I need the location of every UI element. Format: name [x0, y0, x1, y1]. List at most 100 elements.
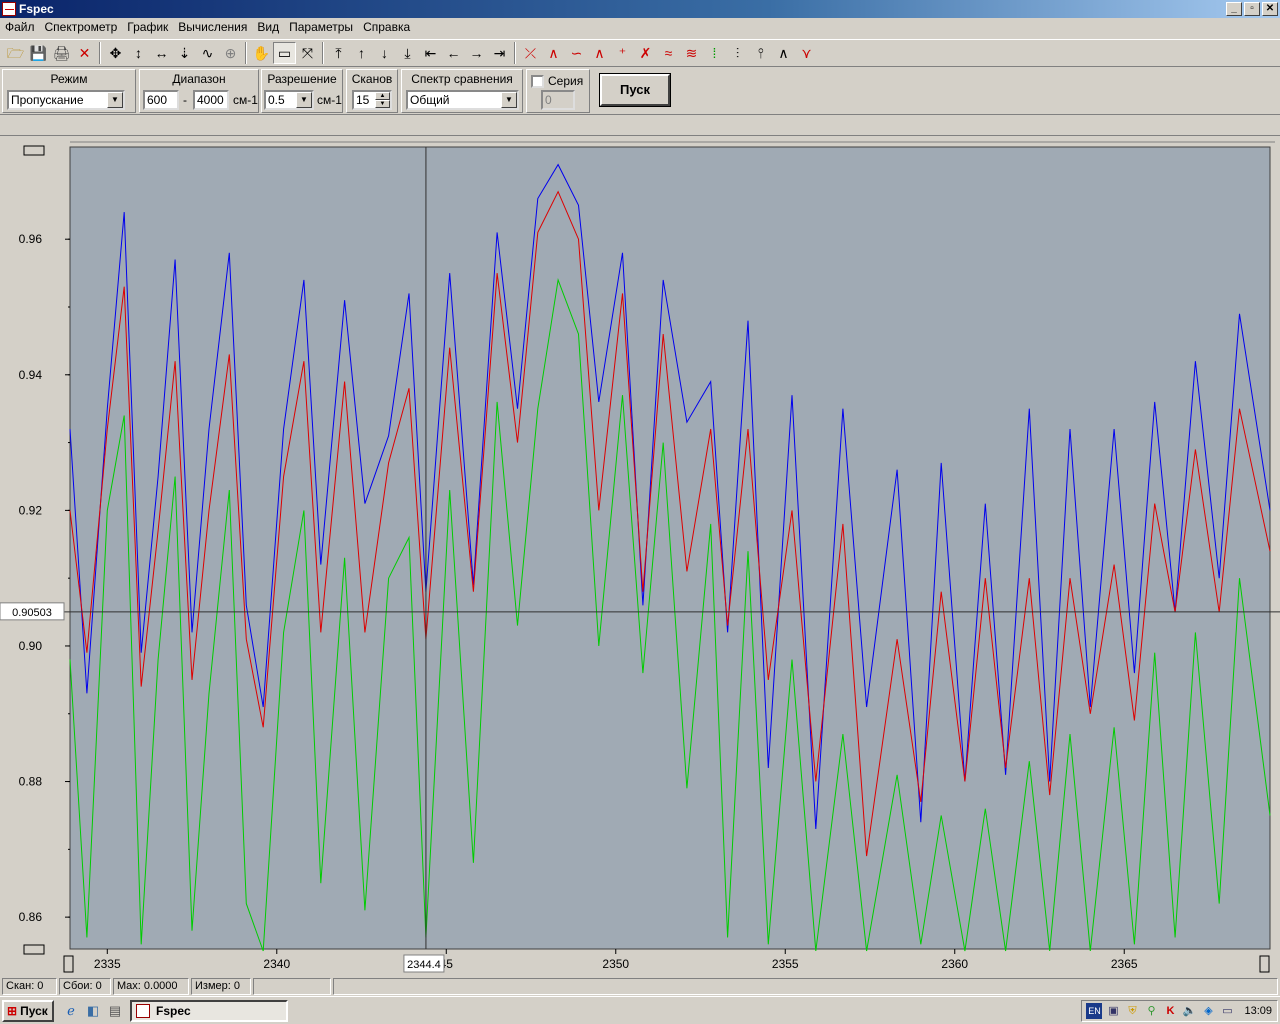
range-from-input[interactable]: 600 — [143, 90, 179, 110]
spectrum-tool-10-icon[interactable]: ⫯ — [749, 42, 772, 64]
y-tick-label: 0.96 — [19, 232, 43, 246]
scroll-top-icon[interactable]: ⤒ — [327, 42, 350, 64]
x-tick-label: 2350 — [602, 957, 629, 971]
network-connection-icon[interactable]: ⚲ — [1143, 1003, 1159, 1019]
save-icon[interactable]: 💾 — [27, 42, 50, 64]
zoom-icon[interactable]: ⊕ — [219, 42, 242, 64]
spectrum-tool-6-icon[interactable]: ≈ — [657, 42, 680, 64]
chevron-down-icon[interactable]: ▼ — [107, 92, 123, 108]
y-scroll-bottom-handle — [23, 944, 45, 955]
series-label: Серия — [548, 74, 584, 88]
chevron-down-icon[interactable]: ▼ — [296, 92, 312, 108]
toolbar: 🗁 💾 🖨 ✕ ✥ ↕ ↔ ⇣ ∿ ⊕ ✋ ▭ ⤧ ⤒ ↑ ↓ ⤓ ⇤ ← → ⇥ ⤫ ∧ ∽ ∧ ⁺ ✗ ≈ ≋ ⁞ ⫶ ⫯ ∧ ⋎ — [0, 39, 1280, 67]
y-tick-label: 0.92 — [19, 503, 43, 517]
antivirus-icon[interactable]: K — [1162, 1003, 1178, 1019]
move-icon[interactable]: ✥ — [104, 42, 127, 64]
spectrum-tool-13-icon[interactable] — [818, 42, 841, 64]
scans-stepper[interactable]: 15 ▲ ▼ — [352, 90, 392, 110]
menu-view[interactable]: Вид — [252, 18, 284, 37]
stretch-vertical-icon[interactable]: ↕ — [127, 42, 150, 64]
scroll-left-icon[interactable]: ← — [442, 42, 465, 64]
spectrum-tool-1-icon[interactable]: ∧ — [542, 42, 565, 64]
minimize-button[interactable]: _ — [1226, 2, 1242, 16]
spectrum-tool-7-icon[interactable]: ≋ — [680, 42, 703, 64]
menu-calculations[interactable]: Вычисления — [173, 18, 252, 37]
y-tick-label: 0.86 — [19, 910, 43, 924]
spectrum-chart[interactable]: 0.860.880.900.920.940.962335 2340 45 2350 23… — [0, 137, 1280, 975]
print-icon[interactable]: 🖨 — [50, 42, 73, 64]
toolbar-separator — [514, 42, 516, 64]
range-to-input[interactable]: 4000 — [193, 90, 229, 110]
maximize-button[interactable]: ▫ — [1244, 2, 1260, 16]
mode-group: Режим Пропускание ▼ — [2, 69, 136, 113]
internet-explorer-icon[interactable]: ℯ — [62, 1002, 80, 1020]
series-input[interactable]: 0 — [541, 90, 575, 110]
scroll-rightmost-icon[interactable]: ⇥ — [488, 42, 511, 64]
scroll-bottom-icon[interactable]: ⤓ — [396, 42, 419, 64]
status-filler — [333, 977, 1278, 995]
volume-icon[interactable]: 🔈 — [1181, 1003, 1197, 1019]
menu-spectrometer[interactable]: Спектрометр — [40, 18, 123, 37]
spectrum-tool-3-icon[interactable]: ∧ — [588, 42, 611, 64]
security-shield-icon[interactable]: ⛨ — [1124, 1003, 1140, 1019]
stretch-horizontal-icon[interactable]: ↔ — [150, 42, 173, 64]
menu-file[interactable]: Файл — [0, 18, 40, 37]
series-checkbox[interactable] — [531, 75, 544, 88]
status-scan: Скан: 0 — [2, 977, 57, 995]
cursor-y-label: 0.90503 — [12, 607, 52, 619]
spectrum-tool-9-icon[interactable]: ⫶ — [726, 42, 749, 64]
resolution-value: 0.5 — [268, 93, 285, 107]
start-menu-button[interactable]: ⊞ Пуск — [2, 999, 54, 1022]
display-icon[interactable]: ▭ — [1219, 1003, 1235, 1019]
task-button-fspec[interactable]: Fspec — [130, 999, 288, 1022]
spin-down-icon[interactable]: ▼ — [375, 100, 390, 108]
spin-up-icon[interactable]: ▲ — [375, 92, 390, 100]
taskbar: ⊞ Пуск ℯ ◧ ▤ Fspec EN ▣ ⛨ ⚲ K 🔈 ◈ ▭ 13:0… — [0, 996, 1280, 1024]
status-empty — [253, 977, 331, 995]
app-icon — [136, 1003, 150, 1018]
compare-group: Спектр сравнения Общий ▼ — [401, 69, 523, 113]
range-unit: см-1 — [233, 93, 258, 107]
spectrum-tool-12-icon[interactable]: ⋎ — [795, 42, 818, 64]
close-button[interactable]: ✕ — [1262, 2, 1278, 16]
baseline-icon[interactable]: ⤫ — [519, 42, 542, 64]
peak-down-icon[interactable]: ⇣ — [173, 42, 196, 64]
peak-icon[interactable]: ∿ — [196, 42, 219, 64]
autoscale-icon[interactable]: ⤧ — [296, 42, 319, 64]
menu-graph[interactable]: График — [122, 18, 173, 37]
explorer-icon[interactable]: ▤ — [106, 1002, 124, 1020]
open-icon[interactable]: 🗁 — [4, 42, 27, 64]
menu-parameters[interactable]: Параметры — [284, 18, 358, 37]
select-rect-icon[interactable]: ▭ — [273, 42, 296, 64]
x-tick-label: 2340 — [263, 957, 290, 971]
title-bar: Fspec _ ▫ ✕ — [0, 0, 1280, 18]
menu-help[interactable]: Справка — [358, 18, 415, 37]
delete-icon[interactable]: ✕ — [73, 42, 96, 64]
show-desktop-icon[interactable]: ◧ — [84, 1002, 102, 1020]
pan-hand-icon[interactable]: ✋ — [250, 42, 273, 64]
compare-select[interactable]: Общий ▼ — [406, 90, 519, 110]
spectrum-tool-11-icon[interactable]: ∧ — [772, 42, 795, 64]
chevron-down-icon[interactable]: ▼ — [501, 92, 517, 108]
mode-select[interactable]: Пропускание ▼ — [7, 90, 125, 110]
spectrum-tool-4-icon[interactable]: ⁺ — [611, 42, 634, 64]
status-bar: Скан: 0 Сбои: 0 Max: 0.0000 Измер: 0 — [0, 976, 1280, 996]
spectrum-tool-5-icon[interactable]: ✗ — [634, 42, 657, 64]
resolution-select[interactable]: 0.5 ▼ — [264, 90, 314, 110]
scroll-down-icon[interactable]: ↓ — [373, 42, 396, 64]
toolbar-separator — [245, 42, 247, 64]
connection-icon[interactable]: ◈ — [1200, 1003, 1216, 1019]
scroll-leftmost-icon[interactable]: ⇤ — [419, 42, 442, 64]
scroll-right-icon[interactable]: → — [465, 42, 488, 64]
start-button[interactable]: Пуск — [599, 73, 671, 107]
scroll-up-icon[interactable]: ↑ — [350, 42, 373, 64]
chart-area[interactable]: 0.86 0.88 0.90 0.92 0.94 0.96 2335 2340 45 2350 23… — [0, 137, 1280, 975]
range-label: Диапазон — [172, 72, 226, 86]
spectrum-tool-2-icon[interactable]: ∽ — [565, 42, 588, 64]
cursor-x-label: 2344.4 — [407, 959, 441, 971]
spectrum-tool-8-icon[interactable]: ⁞ — [703, 42, 726, 64]
menu-bar: Файл Спектрометр График Вычисления Вид П… — [0, 18, 1280, 37]
x-scroll-right-handle — [1259, 955, 1270, 973]
network-icon[interactable]: ▣ — [1105, 1003, 1121, 1019]
language-indicator[interactable]: EN — [1086, 1003, 1103, 1019]
